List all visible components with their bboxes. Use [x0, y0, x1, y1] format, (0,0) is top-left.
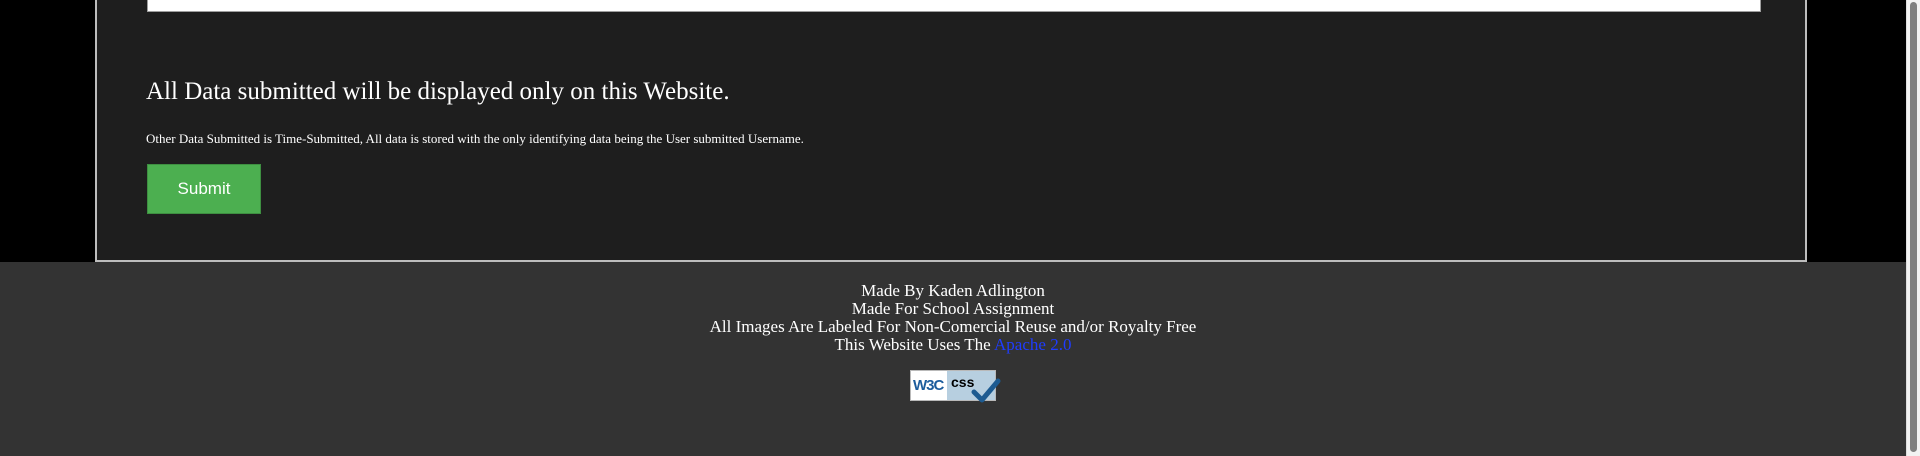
text-input[interactable] [147, 0, 1761, 12]
data-notice-text: Other Data Submitted is Time-Submitted, … [146, 131, 804, 146]
apache-license-link[interactable]: Apache 2.0 [994, 335, 1071, 354]
badge-w3c-text: W3C [913, 377, 944, 394]
footer: Made By Kaden Adlington Made For School … [0, 262, 1906, 456]
w3c-css-badge[interactable]: W3C css [910, 370, 1001, 403]
vertical-scrollbar[interactable] [1906, 0, 1920, 456]
submit-button[interactable]: Submit [147, 164, 261, 214]
scrollbar-thumb[interactable] [1910, 2, 1917, 452]
footer-image-notice: All Images Are Labeled For Non-Comercial… [709, 317, 1197, 336]
footer-license-line: This Website Uses The Apache 2.0 [0, 336, 1906, 354]
footer-purpose: Made For School Assignment [851, 299, 1055, 318]
footer-author: Made By Kaden Adlington [861, 281, 1045, 300]
checkmark-icon [971, 378, 1001, 403]
footer-license-prefix: This Website Uses The [834, 335, 995, 354]
page: All Data submitted will be displayed onl… [0, 0, 1920, 456]
form-panel: All Data submitted will be displayed onl… [95, 0, 1807, 262]
data-notice-heading: All Data submitted will be displayed onl… [146, 78, 730, 105]
